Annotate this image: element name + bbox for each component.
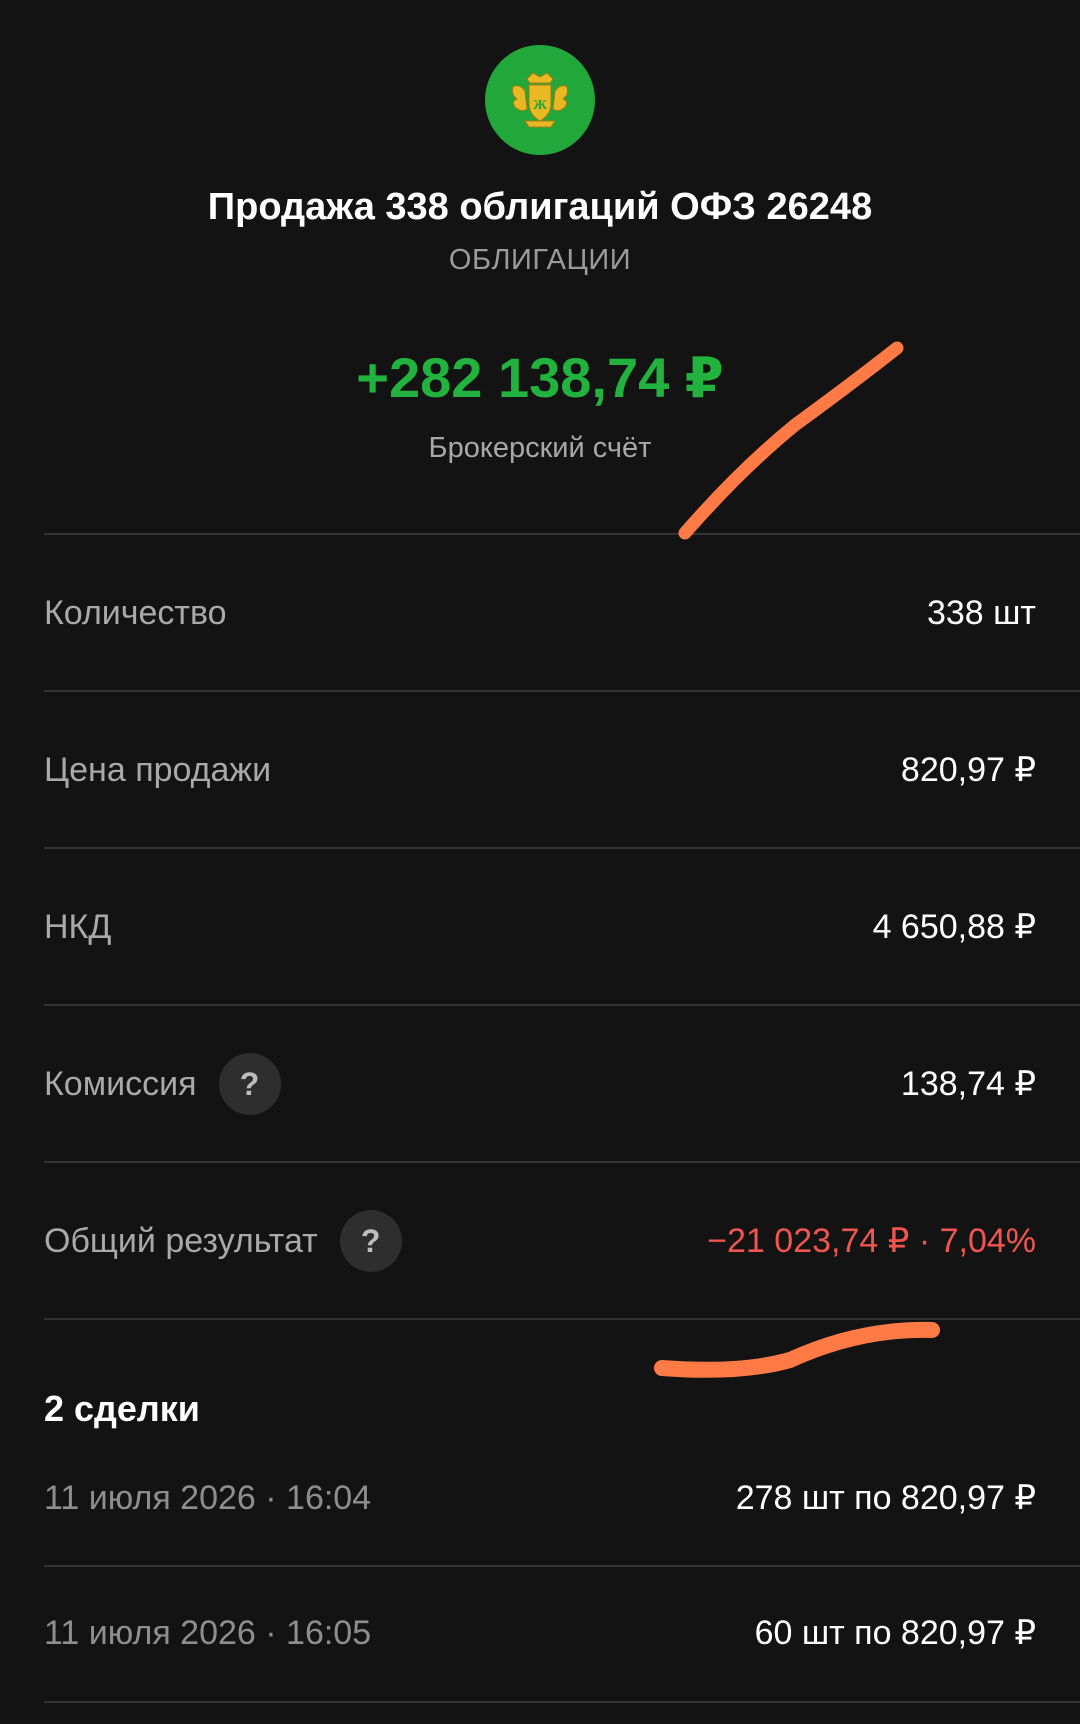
help-button[interactable]: ? <box>218 1053 281 1115</box>
deal-date: 11 июля 2026 · 16:05 <box>44 1613 372 1652</box>
divider <box>44 1701 1080 1703</box>
account-label: Брокерский счёт <box>428 432 652 464</box>
bank-crest-icon: Ж <box>485 45 595 155</box>
annotation-underline <box>654 1321 940 1378</box>
divider <box>44 1565 1080 1567</box>
detail-label: НКД <box>44 907 112 946</box>
total-amount: +282 138,74 ₽ <box>356 346 724 409</box>
detail-row-commission: Комиссия ? 138,74 ₽ <box>44 1053 1036 1115</box>
detail-value: 820,97 ₽ <box>900 751 1036 789</box>
detail-row-accrued-interest: НКД 4 650,88 ₽ <box>44 897 1036 957</box>
detail-row-quantity: Количество 338 шт <box>44 583 1036 643</box>
divider <box>44 1161 1080 1163</box>
detail-label: Цена продажи <box>44 750 272 789</box>
detail-value: 4 650,88 ₽ <box>872 908 1036 946</box>
detail-label: Комиссия <box>44 1064 197 1103</box>
deal-amount: 278 шт по 820,97 ₽ <box>735 1479 1036 1517</box>
divider <box>44 533 1080 535</box>
deal-amount: 60 шт по 820,97 ₽ <box>754 1614 1036 1652</box>
detail-row-sale-price: Цена продажи 820,97 ₽ <box>44 740 1036 800</box>
page-title: Продажа 338 облигаций ОФЗ 26248 <box>207 186 873 228</box>
divider <box>44 1004 1080 1006</box>
deals-heading: 2 сделки <box>44 1388 200 1429</box>
deal-row[interactable]: 11 июля 2026 · 16:05 60 шт по 820,97 ₽ <box>44 1603 1036 1663</box>
svg-text:Ж: Ж <box>533 98 547 113</box>
detail-label: Общий результат <box>44 1221 318 1260</box>
detail-label: Количество <box>44 593 227 632</box>
detail-row-total-result: Общий результат ? −21 023,74 ₽ · 7,04% <box>44 1210 1036 1272</box>
total-result-value: −21 023,74 ₽ · 7,04% <box>707 1222 1036 1260</box>
divider <box>44 690 1080 692</box>
deal-row[interactable]: 11 июля 2026 · 16:04 278 шт по 820,97 ₽ <box>44 1468 1036 1528</box>
deal-date: 11 июля 2026 · 16:04 <box>44 1478 372 1517</box>
divider <box>44 847 1080 849</box>
divider <box>44 1318 1080 1320</box>
help-button[interactable]: ? <box>339 1210 402 1272</box>
detail-value: 338 шт <box>926 593 1036 632</box>
category-label: ОБЛИГАЦИИ <box>448 244 632 276</box>
operation-details-screen: Ж Продажа 338 облигаций ОФЗ 26248 ОБЛИГА… <box>0 0 1080 1724</box>
detail-value: 138,74 ₽ <box>900 1065 1036 1103</box>
